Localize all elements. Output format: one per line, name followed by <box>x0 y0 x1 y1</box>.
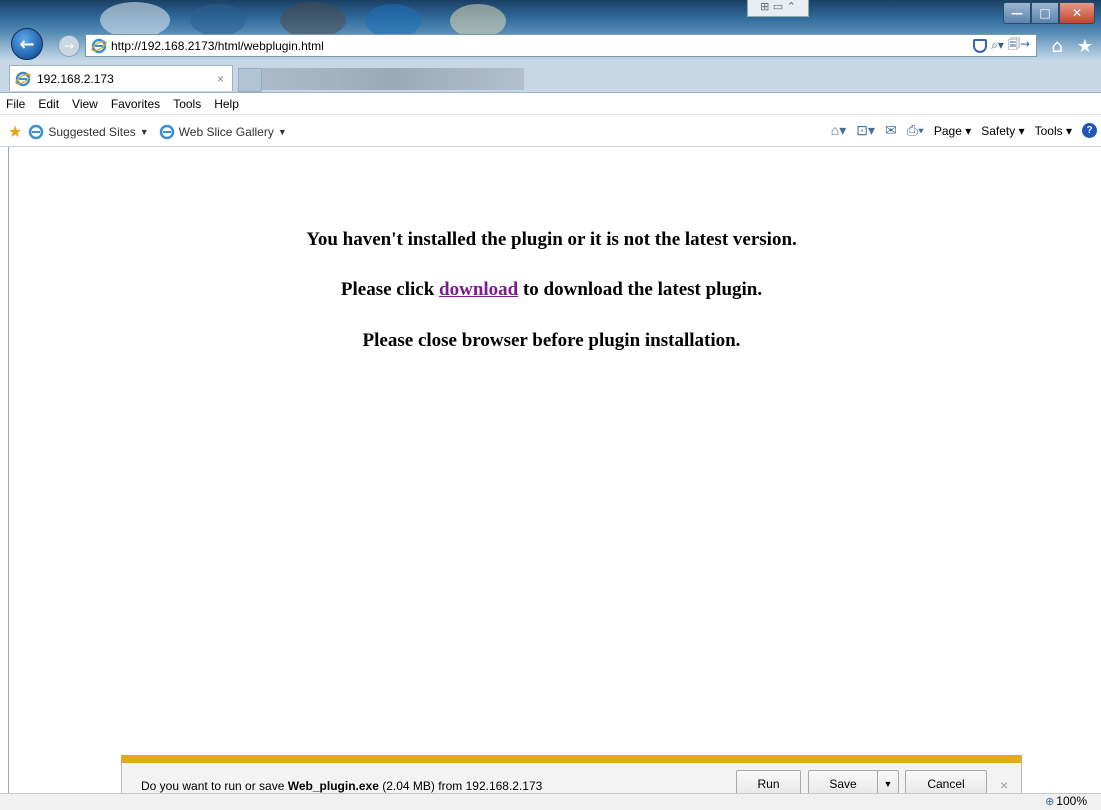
download-filename: Web_plugin.exe <box>287 779 379 793</box>
page-menu[interactable]: Page ▾ <box>934 124 971 138</box>
menu-tools[interactable]: Tools <box>173 97 201 111</box>
tab-bar: 192.168.2.173 × <box>0 62 1101 93</box>
command-bar: ⌂▾ ⊡▾ ✉ ⎙▾ Page ▾ Safety ▾ Tools ▾ ? <box>831 122 1097 139</box>
address-bar[interactable]: http://192.168.2173/html/webplugin.html … <box>85 34 1037 57</box>
page-content: You haven't installed the plugin or it i… <box>8 147 1101 793</box>
chevron-down-icon: ▼ <box>277 127 287 137</box>
plugin-missing-message: You haven't installed the plugin or it i… <box>306 229 797 250</box>
menu-view[interactable]: View <box>72 97 98 111</box>
tab-active[interactable]: 192.168.2.173 × <box>9 65 233 91</box>
favorites-links: ★ Suggested Sites ▼ Web Slice Gallery ▼ <box>8 122 297 142</box>
window-controls: — □ ✕ <box>1003 2 1095 24</box>
mail-icon[interactable]: ✉ <box>885 122 897 139</box>
print-icon[interactable]: ⎙▾ <box>907 122 924 139</box>
chevron-down-icon: ▼ <box>139 127 149 137</box>
ie-page-icon <box>28 124 44 140</box>
menu-bar: File Edit View Favorites Tools Help <box>0 93 1101 115</box>
blurred-thumbnail <box>100 2 170 38</box>
forward-button[interactable]: → <box>58 35 80 57</box>
help-icon[interactable]: ? <box>1082 123 1097 138</box>
shield-icon[interactable] <box>973 38 988 53</box>
menu-file[interactable]: File <box>6 97 25 111</box>
close-browser-note: Please close browser before plugin insta… <box>362 330 741 351</box>
close-notification-icon[interactable]: × <box>1000 777 1008 793</box>
download-prompt: Do you want to run or save Web_plugin.ex… <box>141 779 542 793</box>
search-dropdown-icon[interactable]: ⌕▾ <box>991 38 1004 53</box>
instruction-prefix: Please click <box>340 279 440 300</box>
menu-edit[interactable]: Edit <box>38 97 59 111</box>
feeds-icon[interactable]: ⊡▾ <box>856 122 875 139</box>
prompt-prefix: Do you want to run or save <box>141 779 288 793</box>
favorites-web-slice-gallery[interactable]: Web Slice Gallery ▼ <box>159 124 287 140</box>
home-icon[interactable]: ⌂▾ <box>831 122 846 139</box>
zoom-level: 100% <box>1056 794 1087 808</box>
blurred-thumbnail <box>365 4 421 38</box>
snap-assist-widget[interactable]: ⊞ ▭ ⌃ <box>747 0 809 17</box>
back-button[interactable]: ← <box>11 28 43 60</box>
ie-page-icon <box>91 38 107 54</box>
minimize-button[interactable]: — <box>1003 2 1031 24</box>
download-size: (2.04 MB) <box>382 779 435 793</box>
maximize-button[interactable]: □ <box>1031 2 1059 24</box>
blurred-thumbnail <box>280 2 346 38</box>
new-tab-button[interactable] <box>238 68 262 92</box>
favorites-bar: ★ Suggested Sites ▼ Web Slice Gallery ▼ … <box>0 116 1101 147</box>
add-favorites-star-icon[interactable]: ★ <box>8 122 22 142</box>
address-tools: ⌕▾ 🗐→ <box>973 35 1036 56</box>
menu-help[interactable]: Help <box>214 97 239 111</box>
zoom-icon: ⊕ <box>1045 795 1055 808</box>
zoom-control[interactable]: ⊕ 100% <box>1045 794 1087 808</box>
web-slice-gallery-label: Web Slice Gallery <box>178 125 274 139</box>
download-link[interactable]: download <box>439 279 518 300</box>
blurred-tab[interactable] <box>262 68 524 90</box>
close-window-button[interactable]: ✕ <box>1059 2 1095 24</box>
suggested-sites-label: Suggested Sites <box>48 125 136 139</box>
ie-tab-icon <box>15 71 31 87</box>
tools-menu[interactable]: Tools ▾ <box>1035 124 1072 138</box>
prompt-suffix: from 192.168.2.173 <box>434 779 543 793</box>
menu-favorites[interactable]: Favorites <box>111 97 160 111</box>
blurred-thumbnail <box>190 4 246 36</box>
ie-page-icon <box>159 124 175 140</box>
safety-menu[interactable]: Safety ▾ <box>981 124 1024 138</box>
compatibility-view-icon[interactable]: 🗐→ <box>1008 35 1030 56</box>
blurred-thumbnail <box>450 4 506 38</box>
url-text[interactable]: http://192.168.2173/html/webplugin.html <box>111 39 973 53</box>
toolbar-right: ⌂ ★ <box>1051 36 1093 57</box>
download-instruction: Please click download to download the la… <box>1 279 1101 301</box>
favorites-suggested-sites[interactable]: Suggested Sites ▼ <box>28 124 149 140</box>
tab-label: 192.168.2.173 <box>37 71 114 86</box>
title-bar: ⊞ ▭ ⌃ — □ ✕ ← → http://192.168.2173/html… <box>0 0 1101 62</box>
favorites-star-icon[interactable]: ★ <box>1077 36 1093 57</box>
home-icon[interactable]: ⌂ <box>1051 36 1062 57</box>
status-bar: ⊕ 100% <box>0 793 1101 810</box>
tab-close-icon[interactable]: × <box>217 72 224 86</box>
instruction-suffix: to download the latest plugin. <box>518 279 763 300</box>
